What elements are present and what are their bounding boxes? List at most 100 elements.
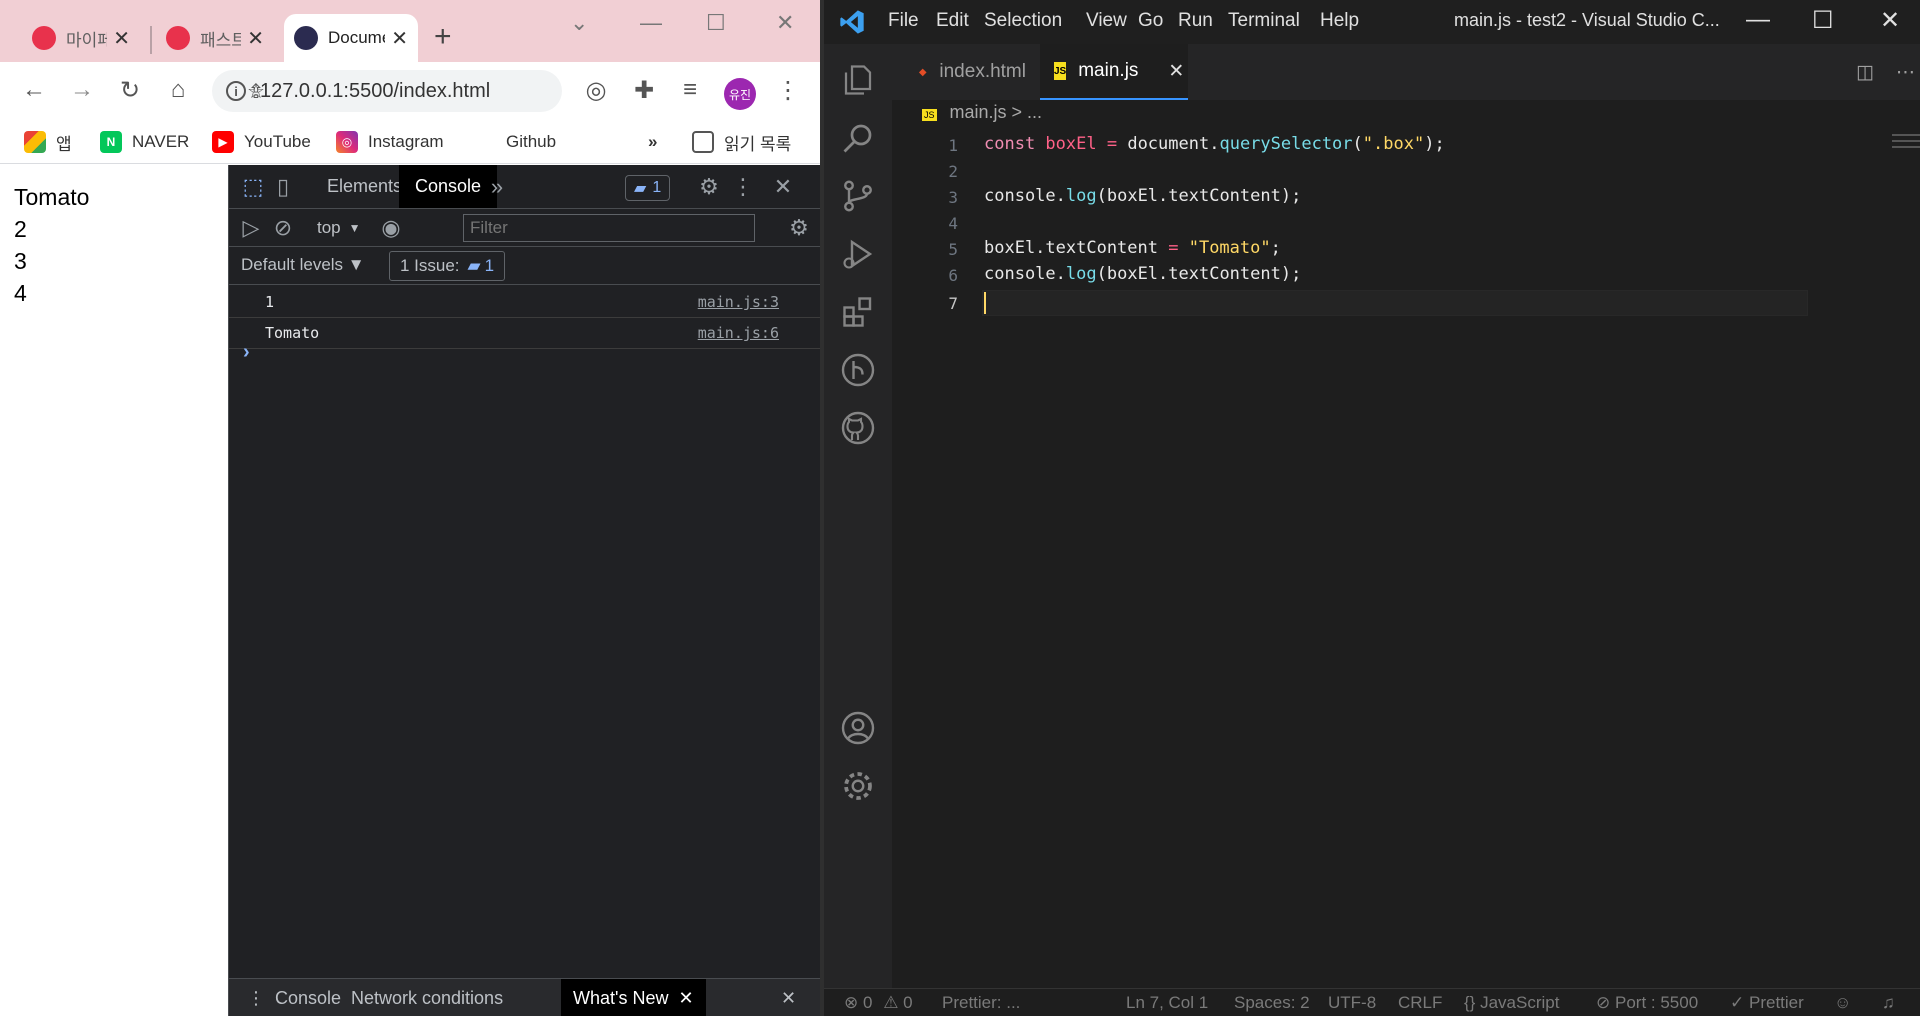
prettier-status-left[interactable]: Prettier: ...	[942, 993, 1020, 1013]
maximize-icon[interactable]: ☐	[706, 10, 726, 36]
maximize-icon[interactable]: ☐	[1812, 6, 1834, 35]
log-levels-dropdown[interactable]: Default levels ▼	[241, 255, 365, 275]
manage-gear-icon[interactable]	[838, 766, 878, 806]
bookmark-youtube[interactable]: ▶ YouTube	[212, 128, 311, 156]
close-tab-icon[interactable]: ✕	[391, 26, 408, 51]
inspect-element-icon[interactable]: ⬚	[239, 173, 267, 201]
search-icon[interactable]	[838, 118, 878, 158]
encoding[interactable]: UTF-8	[1328, 993, 1376, 1013]
js-file-icon: JS	[922, 109, 937, 121]
bookmark-naver[interactable]: N NAVER	[100, 128, 189, 156]
line-endings[interactable]: CRLF	[1398, 993, 1442, 1013]
menu-run[interactable]: Run	[1178, 10, 1213, 32]
address-bar[interactable]: i 127.0.0.1:5500/index.html ⇪ ☆	[212, 70, 562, 112]
issues-button[interactable]: 1 Issue: ▰ 1	[389, 251, 506, 281]
console-source-link[interactable]: main.js:3	[698, 293, 779, 311]
menu-file[interactable]: File	[888, 10, 919, 32]
home-icon[interactable]: ⌂	[160, 72, 196, 108]
profile-avatar[interactable]: 유진	[724, 78, 756, 110]
filter-input[interactable]	[463, 214, 755, 242]
close-icon[interactable]: ✕	[678, 988, 693, 1009]
bookmark-instagram[interactable]: ◎ Instagram	[336, 128, 444, 156]
drawer-tab-whats-new[interactable]: What's New ✕	[561, 979, 706, 1016]
more-tabs-icon[interactable]: »	[483, 173, 511, 201]
devtools-menu-icon[interactable]: ⋮	[729, 173, 757, 201]
extensions-icon[interactable]	[838, 292, 878, 332]
clear-console-icon[interactable]: ⊘	[269, 214, 297, 242]
minimize-icon[interactable]: —	[1746, 6, 1770, 34]
language-mode[interactable]: {} JavaScript	[1464, 993, 1559, 1013]
indentation[interactable]: Spaces: 2	[1234, 993, 1310, 1013]
minimize-icon[interactable]: —	[640, 10, 662, 36]
close-window-icon[interactable]: ✕	[1880, 6, 1900, 35]
extensions-puzzle-icon[interactable]: ✚	[626, 72, 662, 108]
close-tab-icon[interactable]: ✕	[247, 26, 264, 51]
close-devtools-icon[interactable]: ✕	[769, 173, 797, 201]
live-server-port[interactable]: ⊘ Port : 5500	[1596, 993, 1698, 1013]
menu-edit[interactable]: Edit	[936, 10, 969, 32]
sidebar-toggle-icon[interactable]: ▷	[237, 214, 265, 242]
close-tab-icon[interactable]: ✕	[1168, 60, 1184, 83]
function-name: log	[1065, 264, 1097, 284]
messages-badge[interactable]: ▰ 1	[625, 175, 671, 201]
media-controls-icon[interactable]: ≡	[672, 72, 708, 108]
variable: boxEl	[1045, 134, 1097, 154]
extension-record-icon[interactable]: ◎	[578, 72, 614, 108]
close-drawer-icon[interactable]: ✕	[769, 979, 808, 1016]
menu-terminal[interactable]: Terminal	[1228, 10, 1300, 32]
breadcrumb[interactable]: JS main.js > ...	[922, 102, 1042, 123]
git-graph-icon[interactable]	[838, 350, 878, 390]
bookmark-github[interactable]: Github	[474, 128, 556, 156]
back-icon[interactable]: ←	[16, 72, 52, 108]
menu-selection[interactable]: Selection	[984, 10, 1062, 32]
problems-indicator[interactable]: ⊗ 0 ⚠ 0	[844, 993, 913, 1013]
notifications-bell-icon[interactable]: ♫	[1882, 993, 1895, 1013]
feedback-icon[interactable]: ☺	[1834, 993, 1851, 1013]
browser-tab-active[interactable]: Document ✕	[284, 14, 418, 62]
js-file-icon: JS	[1054, 62, 1067, 80]
console-prompt[interactable]: ›	[243, 341, 250, 364]
editor-tab-main-js[interactable]: JS main.js ✕	[1040, 44, 1188, 100]
messages-count: 1	[652, 179, 662, 196]
menu-view[interactable]: View	[1086, 10, 1127, 32]
issues-label: 1 Issue:	[400, 256, 460, 275]
minimap[interactable]	[1892, 130, 1920, 150]
close-tab-icon[interactable]: ✕	[113, 26, 130, 51]
menu-go[interactable]: Go	[1138, 10, 1163, 32]
prettier-status[interactable]: ✓ Prettier	[1730, 993, 1804, 1013]
cursor-position[interactable]: Ln 7, Col 1	[1126, 993, 1208, 1013]
accounts-icon[interactable]	[838, 708, 878, 748]
tab-search-icon[interactable]: ⌄	[570, 10, 588, 36]
console-source-link[interactable]: main.js:6	[698, 324, 779, 342]
source-control-icon[interactable]	[838, 176, 878, 216]
bookmark-label: YouTube	[244, 132, 311, 151]
new-tab-button[interactable]: +	[434, 20, 452, 54]
url-text[interactable]: 127.0.0.1:5500/index.html	[260, 80, 562, 103]
drawer-tab-label: What's New	[573, 987, 669, 1008]
bookmarks-more-button[interactable]: »	[648, 128, 657, 156]
run-debug-icon[interactable]	[838, 234, 878, 274]
forward-icon[interactable]: →	[64, 72, 100, 108]
drawer-tab-network-conditions[interactable]: Network conditions	[339, 979, 515, 1016]
code-line-1: const boxEl = document.querySelector(".b…	[984, 134, 1445, 154]
settings-gear-icon[interactable]: ⚙	[695, 173, 723, 201]
reading-list-button[interactable]: 읽기 목록	[692, 128, 791, 156]
browser-tab-1[interactable]: 마이페 ✕	[22, 14, 140, 62]
explorer-icon[interactable]	[838, 60, 878, 100]
device-toolbar-icon[interactable]: ▯	[269, 173, 297, 201]
bookmark-star-icon[interactable]: ☆	[236, 71, 276, 111]
chrome-menu-icon[interactable]: ⋮	[770, 72, 806, 108]
browser-tab-2[interactable]: 패스트 ✕	[156, 14, 274, 62]
console-settings-gear-icon[interactable]: ⚙	[785, 214, 813, 242]
close-window-icon[interactable]: ✕	[776, 10, 794, 36]
bookmark-apps[interactable]: 앱	[24, 128, 72, 156]
live-expression-eye-icon[interactable]: ◉	[377, 214, 405, 242]
more-actions-icon[interactable]: ⋯	[1882, 44, 1920, 100]
menu-help[interactable]: Help	[1320, 10, 1359, 32]
editor-tab-index-html[interactable]: ◆ index.html	[904, 44, 1040, 100]
devtools-tabbar: ⬚ ▯ Elements Console » ▰ 1 ⚙ ⋮ ✕	[229, 165, 821, 209]
reload-icon[interactable]: ↻	[112, 72, 148, 108]
context-selector[interactable]: top ▼	[301, 206, 377, 249]
code-editor[interactable]: 1 2 3 4 5 6 7 const boxEl = document.que…	[892, 130, 1920, 988]
github-icon[interactable]	[838, 408, 878, 448]
